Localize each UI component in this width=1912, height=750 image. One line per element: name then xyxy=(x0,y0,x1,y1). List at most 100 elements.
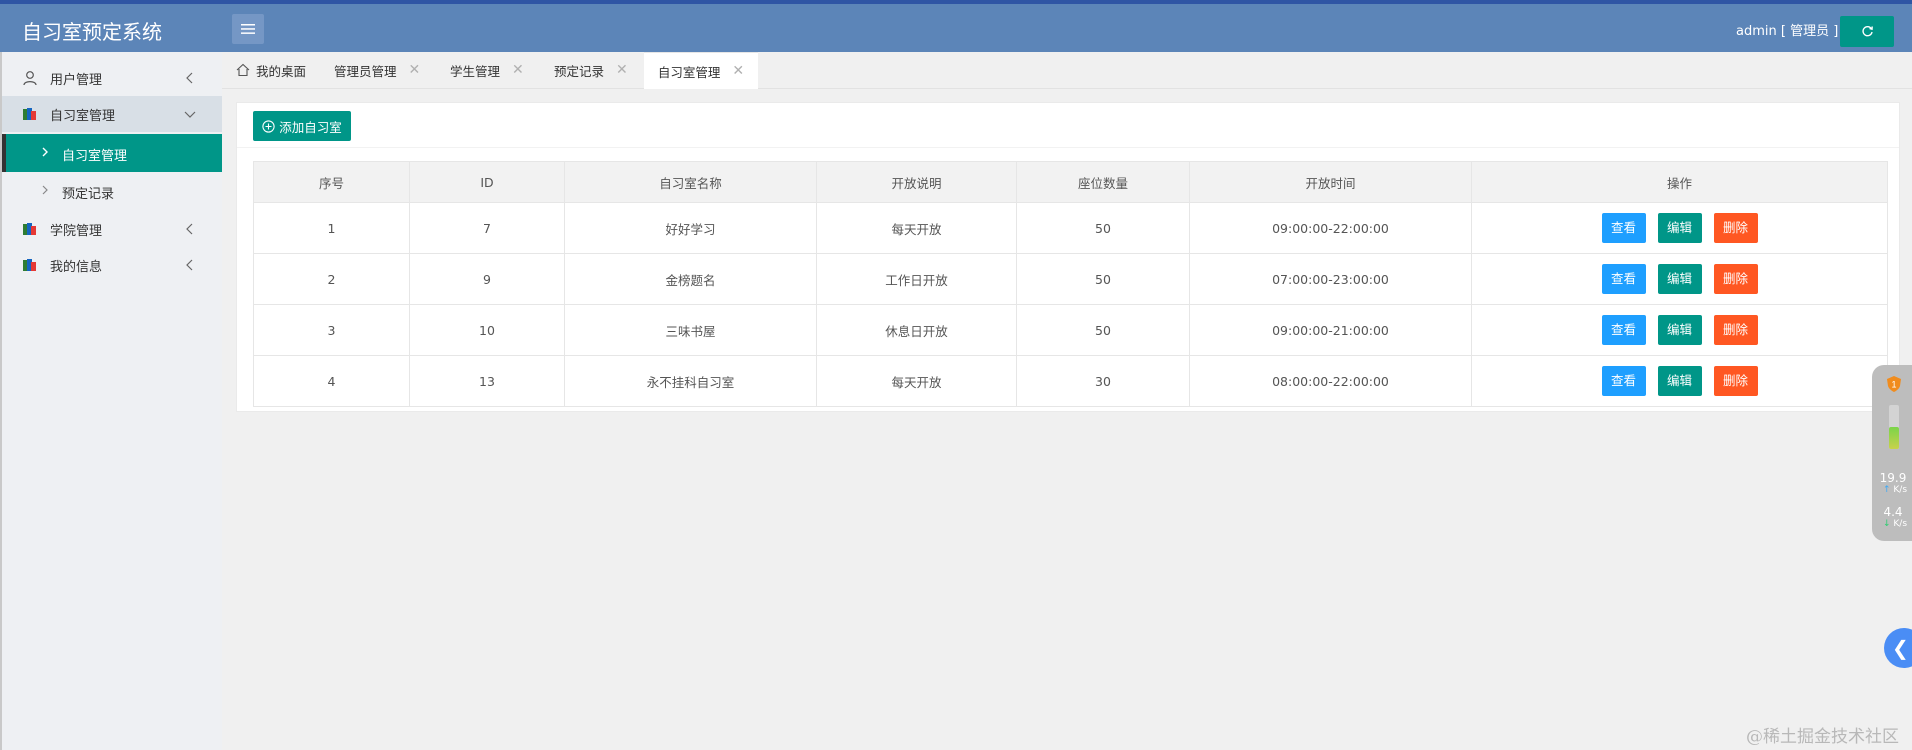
table-cell: 7 xyxy=(409,202,565,254)
table-cell: 每天开放 xyxy=(816,202,1017,254)
network-speed-widget[interactable]: 1 19.9 ↑ K/s 4.4 ↓ K/s xyxy=(1872,365,1912,541)
refresh-button[interactable] xyxy=(1840,16,1894,47)
download-speed: 4.4 xyxy=(1883,505,1903,519)
view-button[interactable]: 查看 xyxy=(1601,264,1646,294)
delete-button[interactable]: 删除 xyxy=(1713,315,1758,345)
table-row: 2 9 金榜题名 工作日开放 50 07:00:00-23:00:00 查看 编辑… xyxy=(253,253,1888,305)
books-icon xyxy=(23,223,36,235)
column-header: 序号 xyxy=(253,161,410,203)
add-study-room-button[interactable]: 添加自习室 xyxy=(253,111,351,141)
tab-desktop[interactable]: 我的桌面 xyxy=(236,52,306,88)
tab-label: 管理员管理 xyxy=(334,63,397,79)
chevron-left-icon xyxy=(186,223,193,235)
sidebar-item-my-info[interactable]: 我的信息 xyxy=(2,247,222,283)
delete-button[interactable]: 删除 xyxy=(1713,264,1758,294)
table-cell: 50 xyxy=(1016,202,1190,254)
table-cell: 08:00:00-22:00:00 xyxy=(1189,355,1472,407)
tab-admin-manage[interactable]: 管理员管理 ✕ xyxy=(334,52,420,88)
sidebar-subitem-label: 预定记录 xyxy=(62,187,115,202)
side-panel-toggle[interactable]: ❮ xyxy=(1884,628,1912,668)
study-room-table: 序号 ID 自习室名称 开放说明 座位数量 开放时间 操作 1 7 好好学习 每… xyxy=(253,161,1888,407)
tab-reservations[interactable]: 预定记录 ✕ xyxy=(554,52,628,88)
close-icon[interactable]: ✕ xyxy=(732,63,744,79)
column-header: 座位数量 xyxy=(1016,161,1190,203)
table-cell: 3 xyxy=(253,304,410,356)
table-cell: 9 xyxy=(409,253,565,305)
delete-button[interactable]: 删除 xyxy=(1713,213,1758,243)
upload-unit-label: K/s xyxy=(1893,485,1908,495)
chevron-left-icon xyxy=(186,72,193,84)
actions-cell: 查看 编辑 删除 xyxy=(1471,202,1888,254)
edit-button[interactable]: 编辑 xyxy=(1657,264,1702,294)
home-icon xyxy=(236,63,250,77)
table-cell: 工作日开放 xyxy=(816,253,1017,305)
sidebar-item-colleges[interactable]: 学院管理 xyxy=(2,211,222,247)
sidebar-item-study-rooms[interactable]: 自习室管理 xyxy=(2,96,222,132)
column-header: 自习室名称 xyxy=(564,161,817,203)
table-cell: 13 xyxy=(409,355,565,407)
menu-toggle-button[interactable] xyxy=(232,14,264,44)
sidebar-item-label: 我的信息 xyxy=(50,259,103,275)
table-cell: 三味书屋 xyxy=(564,304,817,356)
view-button[interactable]: 查看 xyxy=(1601,213,1646,243)
tab-student-manage[interactable]: 学生管理 ✕ xyxy=(450,52,524,88)
column-header: ID xyxy=(409,161,565,203)
tab-label: 自习室管理 xyxy=(657,64,721,80)
actions-cell: 查看 编辑 删除 xyxy=(1471,304,1888,356)
chevron-left-icon: ❮ xyxy=(1892,636,1909,660)
view-button[interactable]: 查看 xyxy=(1601,315,1646,345)
table-cell: 09:00:00-22:00:00 xyxy=(1189,202,1472,254)
edit-button[interactable]: 编辑 xyxy=(1657,366,1702,396)
tab-bar: 我的桌面 管理员管理 ✕ 学生管理 ✕ 预定记录 ✕ 自习室管理 ✕ xyxy=(222,52,1912,89)
close-icon[interactable]: ✕ xyxy=(616,62,628,78)
column-header: 开放时间 xyxy=(1189,161,1472,203)
table-header-row: 序号 ID 自习室名称 开放说明 座位数量 开放时间 操作 xyxy=(253,161,1888,203)
table-cell: 09:00:00-21:00:00 xyxy=(1189,304,1472,356)
chevron-right-icon xyxy=(42,147,48,157)
tab-label: 预定记录 xyxy=(554,63,605,79)
column-header: 开放说明 xyxy=(816,161,1017,203)
table-cell: 每天开放 xyxy=(816,355,1017,407)
close-icon[interactable]: ✕ xyxy=(409,62,421,78)
table-row: 3 10 三味书屋 休息日开放 50 09:00:00-21:00:00 查看编… xyxy=(253,304,1888,356)
books-icon xyxy=(23,259,36,271)
table-cell: 07:00:00-23:00:00 xyxy=(1189,253,1472,305)
sidebar-subitem-reservations[interactable]: 预定记录 xyxy=(2,172,222,210)
table-cell: 50 xyxy=(1016,253,1190,305)
upload-unit: ↑ K/s xyxy=(1878,485,1912,495)
actions-cell: 查看 编辑 删除 xyxy=(1471,253,1888,305)
delete-button[interactable]: 删除 xyxy=(1713,366,1758,396)
edit-button[interactable]: 编辑 xyxy=(1657,315,1702,345)
arrow-up-icon: ↑ xyxy=(1882,485,1891,495)
table-cell: 金榜题名 xyxy=(564,253,817,305)
user-menu[interactable]: admin [ 管理员 ] xyxy=(1736,20,1855,39)
table-cell: 2 xyxy=(253,253,410,305)
sidebar-subitem-label: 自习室管理 xyxy=(62,149,128,164)
usage-bar-fill xyxy=(1889,427,1899,449)
sidebar-item-users[interactable]: 用户管理 xyxy=(2,60,222,96)
sidebar-item-label: 学院管理 xyxy=(50,223,103,239)
table-cell: 1 xyxy=(253,202,410,254)
user-label: admin [ 管理员 ] xyxy=(1736,24,1839,39)
table-cell: 4 xyxy=(253,355,410,407)
sidebar-item-label: 自习室管理 xyxy=(50,108,116,124)
chevron-right-icon xyxy=(42,185,48,195)
table-cell: 10 xyxy=(409,304,565,356)
close-icon[interactable]: ✕ xyxy=(512,62,524,78)
view-button[interactable]: 查看 xyxy=(1601,366,1646,396)
sidebar-subitem-study-room-manage[interactable]: 自习室管理 xyxy=(2,134,222,172)
edit-button[interactable]: 编辑 xyxy=(1657,213,1702,243)
watermark: @稀土掘金技术社区 xyxy=(1746,727,1899,747)
content-card: 添加自习室 序号 ID 自习室名称 开放说明 座位数量 开放时间 操作 1 7 … xyxy=(236,102,1900,412)
download-unit-label: K/s xyxy=(1893,519,1908,529)
tab-study-room-manage[interactable]: 自习室管理 ✕ xyxy=(644,52,758,89)
tab-label: 学生管理 xyxy=(450,63,501,79)
shield-icon: 1 xyxy=(1887,376,1901,392)
sidebar: 用户管理 自习室管理 自习室管理 预定记录 学院管理 我的信息 xyxy=(0,52,222,750)
add-button-label: 添加自习室 xyxy=(279,119,342,135)
table-row: 1 7 好好学习 每天开放 50 09:00:00-22:00:00 查看 编辑删… xyxy=(253,202,1888,254)
user-icon xyxy=(23,71,37,86)
books-icon xyxy=(23,108,36,120)
add-circle-icon xyxy=(262,119,275,133)
table-cell: 50 xyxy=(1016,304,1190,356)
